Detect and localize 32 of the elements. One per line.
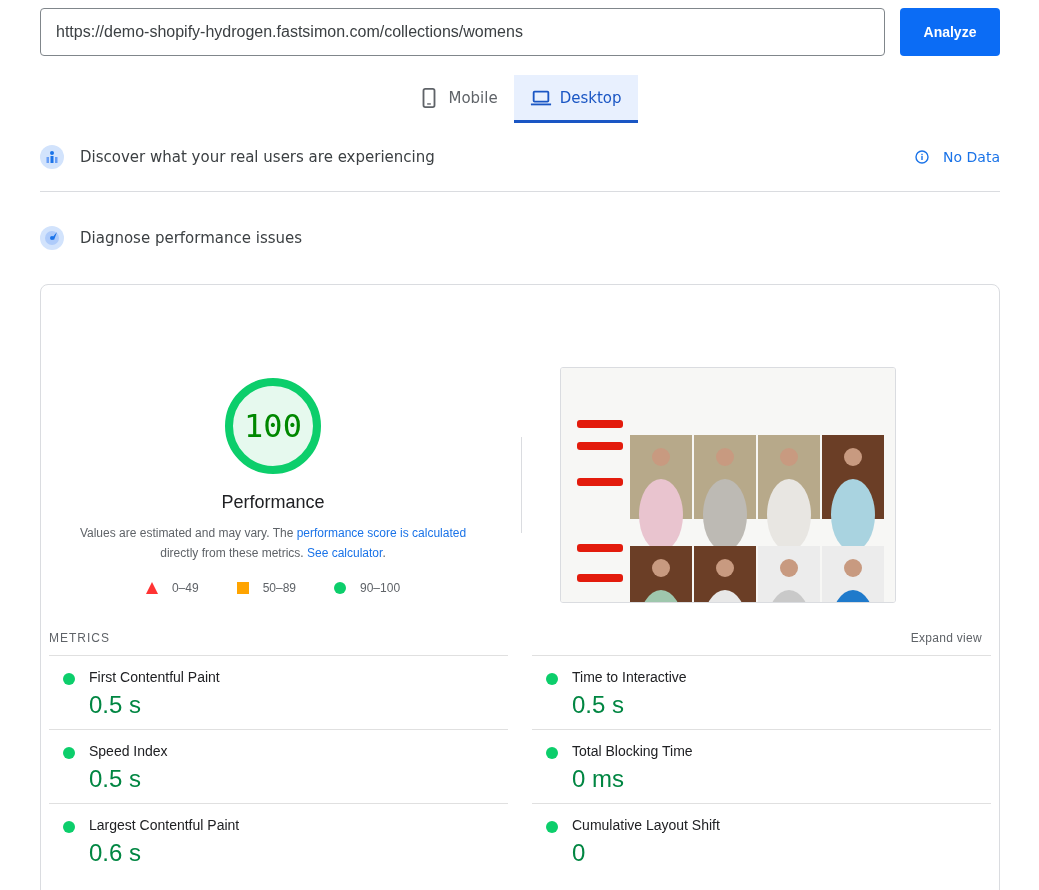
metric-value: 0.6 s — [89, 839, 142, 867]
category-title: Performance — [221, 491, 325, 513]
metrics-title: METRICS — [49, 631, 110, 645]
metric-value: 0.5 s — [89, 765, 142, 793]
metric-name: Time to Interactive — [572, 669, 688, 685]
expand-view-button[interactable]: Expand view — [910, 631, 982, 645]
metric-name: First Contentful Paint — [89, 669, 221, 685]
metric-name: Total Blocking Time — [572, 743, 694, 759]
legend-label: 0–49 — [171, 580, 199, 595]
legend-label: 50–89 — [262, 580, 296, 595]
info-icon — [915, 150, 930, 164]
url-field[interactable]: https://demo-shopify-hydrogen.fastsimon.com/collections/womens — [40, 8, 885, 56]
users-icon — [40, 145, 64, 169]
section-title: Diagnose performance issues — [80, 229, 304, 247]
section-title: Discover what your real users are experiencing — [80, 148, 436, 166]
metric-name: Speed Index — [89, 743, 169, 759]
device-tab[interactable]: Desktop — [513, 75, 638, 123]
gauge-icon — [40, 226, 64, 250]
calculator-link[interactable]: See calculator — [307, 545, 383, 560]
score-value: 100 — [244, 406, 302, 445]
metric-value: 0.5 s — [89, 691, 142, 719]
legend-label: 90–100 — [360, 580, 401, 595]
analyze-button[interactable]: Analyze — [900, 8, 1000, 56]
metric-name: Cumulative Layout Shift — [572, 817, 721, 833]
metric-value: 0.5 s — [572, 691, 625, 719]
metric-value: 0 — [572, 839, 586, 867]
metric-value: 0 ms — [572, 765, 624, 793]
score-link[interactable]: performance score is calculated — [296, 525, 467, 540]
score-description: Values are estimated and may vary. The performance score is calculated directly from these metrics. See calculator. — [78, 524, 468, 562]
metric-name: Largest Contentful Paint — [89, 817, 241, 833]
device-tab[interactable]: Mobile — [402, 75, 514, 123]
no-data-label: No Data — [943, 149, 1000, 165]
